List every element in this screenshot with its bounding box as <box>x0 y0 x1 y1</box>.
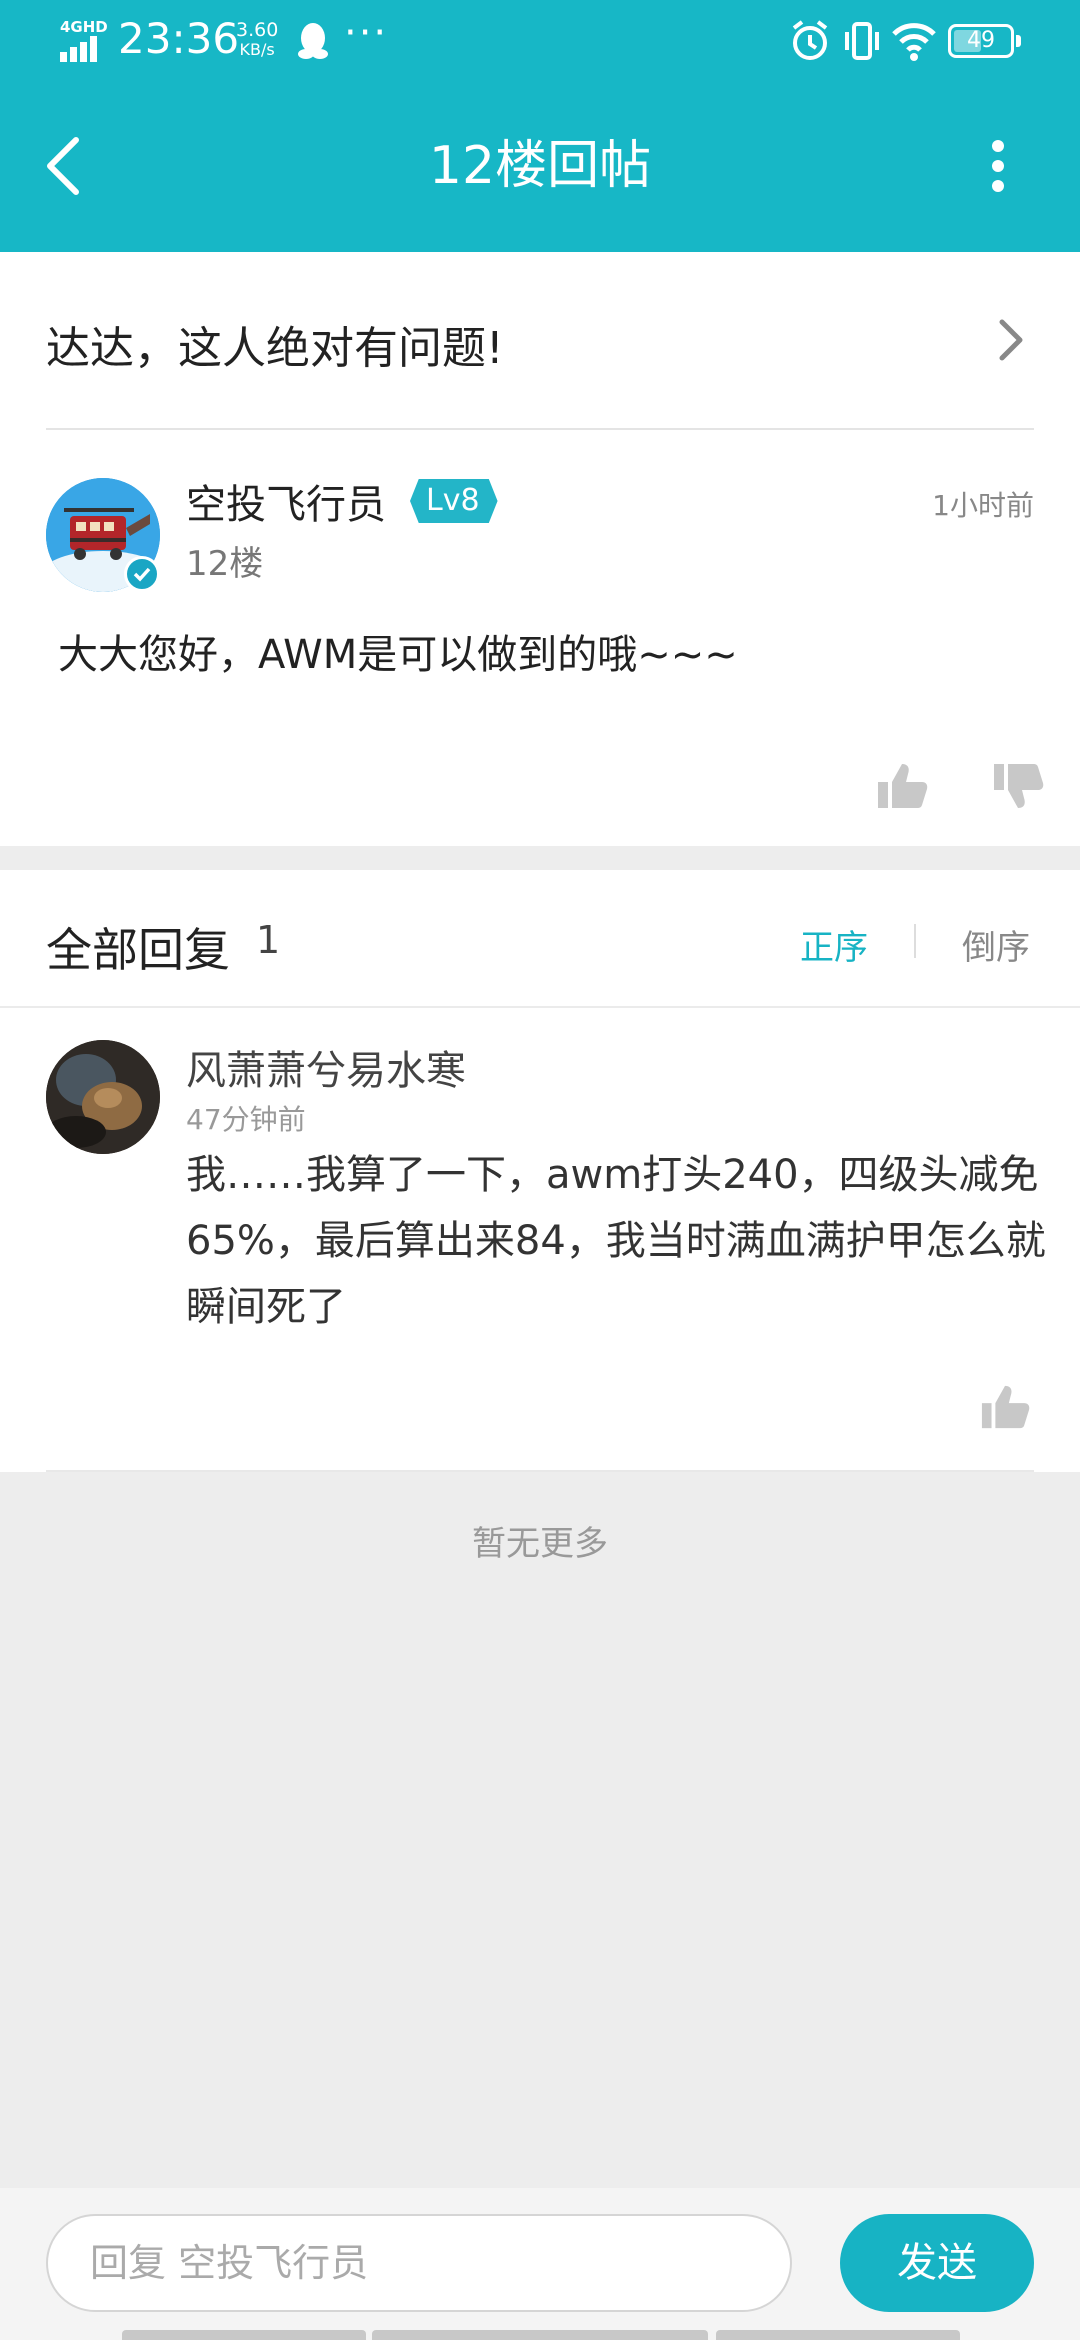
floor-label: 12楼 <box>186 544 264 584</box>
divider <box>0 1006 1080 1008</box>
reply-avatar[interactable] <box>46 1040 160 1154</box>
divider <box>46 428 1034 430</box>
more-notifications-icon: ··· <box>344 10 389 56</box>
network-type: 4GHD <box>60 18 108 36</box>
post-time: 1小时前 <box>932 489 1034 522</box>
replies-count: 1 <box>256 918 281 962</box>
qq-icon <box>298 23 328 59</box>
alarm-icon <box>792 20 828 60</box>
reply-content: 我……我算了一下，awm打头240，四级头减免65%，最后算出来84，我当时满血… <box>186 1152 1046 1330</box>
thumbs-up-icon[interactable] <box>876 760 928 812</box>
speed-unit: KB/s <box>239 40 275 59</box>
gesture-bar-right <box>716 2330 960 2340</box>
gesture-bar-left <box>122 2330 366 2340</box>
status-bar: 4GHD 23:36 3.60 KB/s ··· 49 <box>0 0 1080 84</box>
reply-author[interactable]: 风萧萧兮易水寒 <box>186 1038 466 1096</box>
more-menu-icon[interactable] <box>980 134 1016 198</box>
thread-title[interactable]: 达达，这人绝对有问题! <box>46 312 504 376</box>
battery-icon: 49 <box>948 24 1021 58</box>
reply-input[interactable]: 回复 空投飞行员 <box>46 2214 792 2312</box>
gesture-bar-center <box>372 2330 708 2340</box>
vibrate-icon <box>845 22 879 60</box>
post-card: 达达，这人绝对有问题! 空投飞行员 Lv8 12楼 1小时前 大大您好，AWM是… <box>0 252 1080 846</box>
reply-bar: 回复 空投飞行员 发送 <box>0 2188 1080 2340</box>
level-badge: Lv8 <box>410 479 498 523</box>
photo-avatar-icon <box>46 1040 160 1154</box>
chevron-right-icon[interactable] <box>996 316 1026 364</box>
divider <box>46 1470 1034 1472</box>
sort-descending-button[interactable]: 倒序 <box>962 920 1030 969</box>
replies-card: 全部回复 1 正序 倒序 风萧萧兮易水寒 47分钟前 我……我算了一下，awm打… <box>0 870 1080 1472</box>
signal-icon: 4GHD <box>58 18 108 62</box>
divider <box>914 924 916 958</box>
no-more-label: 暂无更多 <box>472 1524 608 1564</box>
battery-level: 49 <box>967 28 995 53</box>
verified-badge-icon <box>124 556 160 592</box>
post-author[interactable]: 空投飞行员 <box>186 472 386 530</box>
sort-ascending-button[interactable]: 正序 <box>800 920 868 969</box>
top-bar: 4GHD 23:36 3.60 KB/s ··· 49 12楼回帖 <box>0 0 1080 252</box>
network-speed: 3.60 KB/s <box>236 20 278 60</box>
wifi-icon <box>892 23 936 61</box>
send-button[interactable]: 发送 <box>840 2214 1034 2312</box>
post-content: 大大您好，AWM是可以做到的哦~~~ <box>58 632 738 678</box>
reply-time: 47分钟前 <box>186 1103 306 1136</box>
status-time: 23:36 <box>118 14 240 63</box>
thumbs-up-icon[interactable] <box>980 1382 1030 1432</box>
thumbs-down-icon[interactable] <box>992 760 1044 816</box>
page-title: 12楼回帖 <box>428 136 652 196</box>
speed-value: 3.60 <box>236 19 279 41</box>
replies-title: 全部回复 <box>46 923 230 977</box>
